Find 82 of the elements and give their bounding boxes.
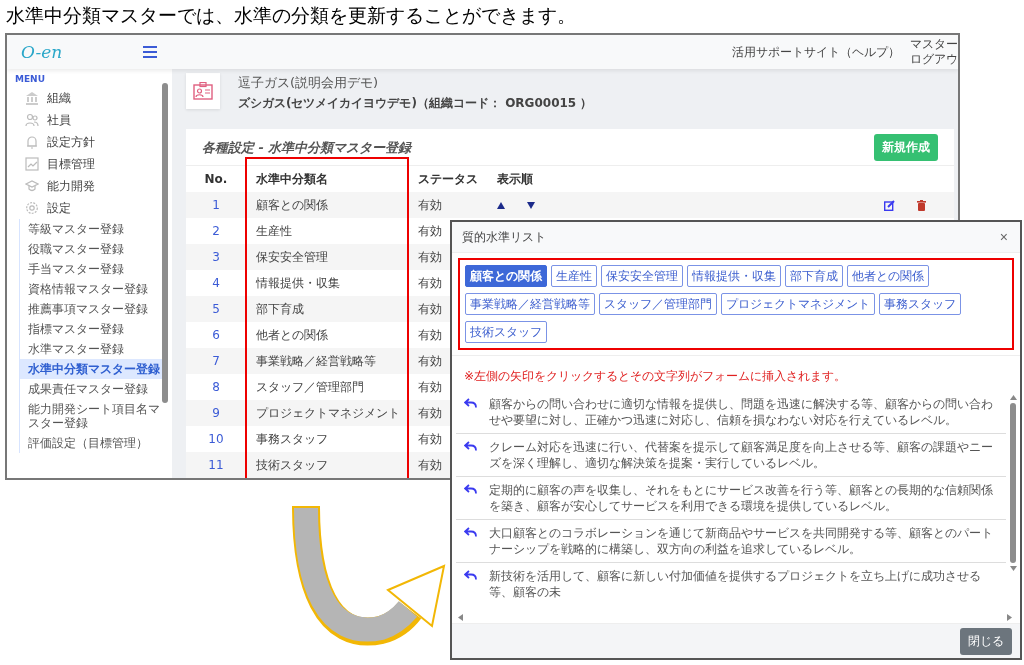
level-description: クレーム対応を迅速に行い、代替案を提示して顧客満足度を向上させる等、顧客の課題やニーズを深く理解し、適切な解決策を提案・実行しているレベル。 [489,439,994,471]
category-tag[interactable]: スタッフ／管理部門 [599,293,717,315]
user-menu-text[interactable]: ログアウ [910,52,958,67]
hint-text: ※左側の矢印をクリックするとその文字列がフォームに挿入されます。 [452,355,1020,391]
table-cell-text: 部下育成 [255,300,304,318]
row-number: 10 [208,432,224,446]
table-cell-text: 技術スタッフ [255,456,328,474]
category-tag[interactable]: 生産性 [551,265,597,287]
row-number: 4 [212,276,220,290]
close-button[interactable]: 閉じる [960,627,1012,655]
category-tag[interactable]: 事務スタッフ [879,293,961,315]
sidebar-item[interactable]: 目標管理 [15,153,172,175]
status-cell-text: 有効 [417,300,442,318]
status-cell-text: 有効 [417,222,442,240]
modal-title: 質的水準リスト [462,228,546,246]
submenu-item[interactable]: 推薦事項マスター登録 [20,299,162,319]
category-tag[interactable]: 他者との関係 [847,265,929,287]
table-cell-text: プロジェクトマネジメント [255,404,400,422]
column-header: 表示順 [496,170,533,188]
sidebar-item[interactable]: 設定 [15,197,172,219]
row-number: 5 [212,302,220,316]
table-cell-text: 顧客との関係 [255,196,328,214]
submenu-item[interactable]: 水準マスター登録 [20,339,162,359]
table-cell-text: 事業戦略／経営戦略等 [255,352,376,370]
level-description: 定期的に顧客の声を収集し、それをもとにサービス改善を行う等、顧客との長期的な信頼関係を築き、顧客が安心してサービスを利用できる環境を提供しているレベル。 [489,482,994,514]
submenu-item[interactable]: 等級マスター登録 [20,219,162,239]
category-tag[interactable]: 保安安全管理 [601,265,683,287]
status-cell-text: 有効 [417,248,442,266]
level-description: 大口顧客とのコラボレーションを通じて新商品やサービスを共同開発する等、顧客とのパートナーシップを戦略的に構築し、双方向の利益を追求しているレベル。 [489,525,994,557]
row-number: 3 [212,250,220,264]
status-cell-text: 有効 [417,352,442,370]
organization-name: 逗子ガス(説明会用デモ) [238,74,380,92]
status-cell-text: 有効 [417,196,442,214]
help-link[interactable]: 活用サポートサイト（ヘルプ） [732,43,900,61]
row-number: 2 [212,224,220,238]
category-tag[interactable]: 事業戦略／経営戦略等 [465,293,595,315]
category-tag[interactable]: 情報提供・収集 [687,265,781,287]
category-tag[interactable]: 技術スタッフ [465,321,547,343]
organization-reading: ズシガス(セツメイカイヨウデモ)（組織コード： ORG00015 ） [238,95,593,112]
submenu-item[interactable]: 成果責任マスター登録 [20,379,162,399]
row-number: 9 [212,406,220,420]
panel-title: 各種設定 - 水準中分類マスター登録 [202,138,412,157]
submenu-item[interactable]: 能力開発シート項目名マスター登録 [20,399,162,433]
status-cell-text: 有効 [417,326,442,344]
status-cell-text: 有効 [417,456,442,474]
level-description: 新技術を活用して、顧客に新しい付加価値を提供するプロジェクトを立ち上げに成功させる等、顧客の未 [489,568,982,600]
sidebar-item[interactable]: 社員 [15,109,172,131]
table-cell-text: 事務スタッフ [255,430,328,448]
status-cell-text: 有効 [417,430,442,448]
column-header: ステータス [417,170,478,188]
level-description: 顧客からの問い合わせに適切な情報を提供し、問題を迅速に解決する等、顧客からの問い合わせや要望に対し、正確かつ迅速に対応し、信頼を損なわない対応を行えているレベル。 [489,396,994,428]
row-number: 6 [212,328,220,342]
user-menu-text[interactable]: マスター [910,37,958,52]
column-header: 水準中分類名 [255,170,328,188]
submenu-item[interactable]: 水準中分類マスター登録 [20,359,162,379]
row-number: 8 [212,380,220,394]
sidebar-item[interactable]: 設定方針 [15,131,172,153]
category-tag[interactable]: 部下育成 [785,265,843,287]
submenu-item[interactable]: 役職マスター登録 [20,239,162,259]
caption-text: 水準中分類マスターでは、水準の分類を更新することができます。 [5,4,577,28]
table-cell-text: 情報提供・収集 [255,274,340,292]
row-number: 1 [212,198,220,212]
sidebar-item[interactable]: 能力開発 [15,175,172,197]
category-tag[interactable]: プロジェクトマネジメント [721,293,875,315]
submenu-item[interactable]: 手当マスター登録 [20,259,162,279]
table-cell-text: スタッフ／管理部門 [255,378,364,396]
menu-heading: MENU [15,74,46,86]
sidebar-item[interactable]: 組織 [15,87,172,109]
category-tag[interactable]: 顧客との関係 [465,265,547,287]
status-cell-text: 有効 [417,404,442,422]
submenu-item[interactable]: 評価設定（目標管理） [20,433,162,453]
table-cell-text: 生産性 [255,222,292,240]
row-number: 11 [208,458,224,472]
column-header: No. [204,172,228,186]
row-number: 7 [212,354,220,368]
table-cell-text: 保安安全管理 [255,248,328,266]
status-cell-text: 有効 [417,274,442,292]
status-cell-text: 有効 [417,378,442,396]
submenu-item[interactable]: 指標マスター登録 [20,319,162,339]
submenu-item[interactable]: 資格情報マスター登録 [20,279,162,299]
table-cell-text: 他者との関係 [255,326,328,344]
close-button[interactable]: × [997,229,1010,245]
